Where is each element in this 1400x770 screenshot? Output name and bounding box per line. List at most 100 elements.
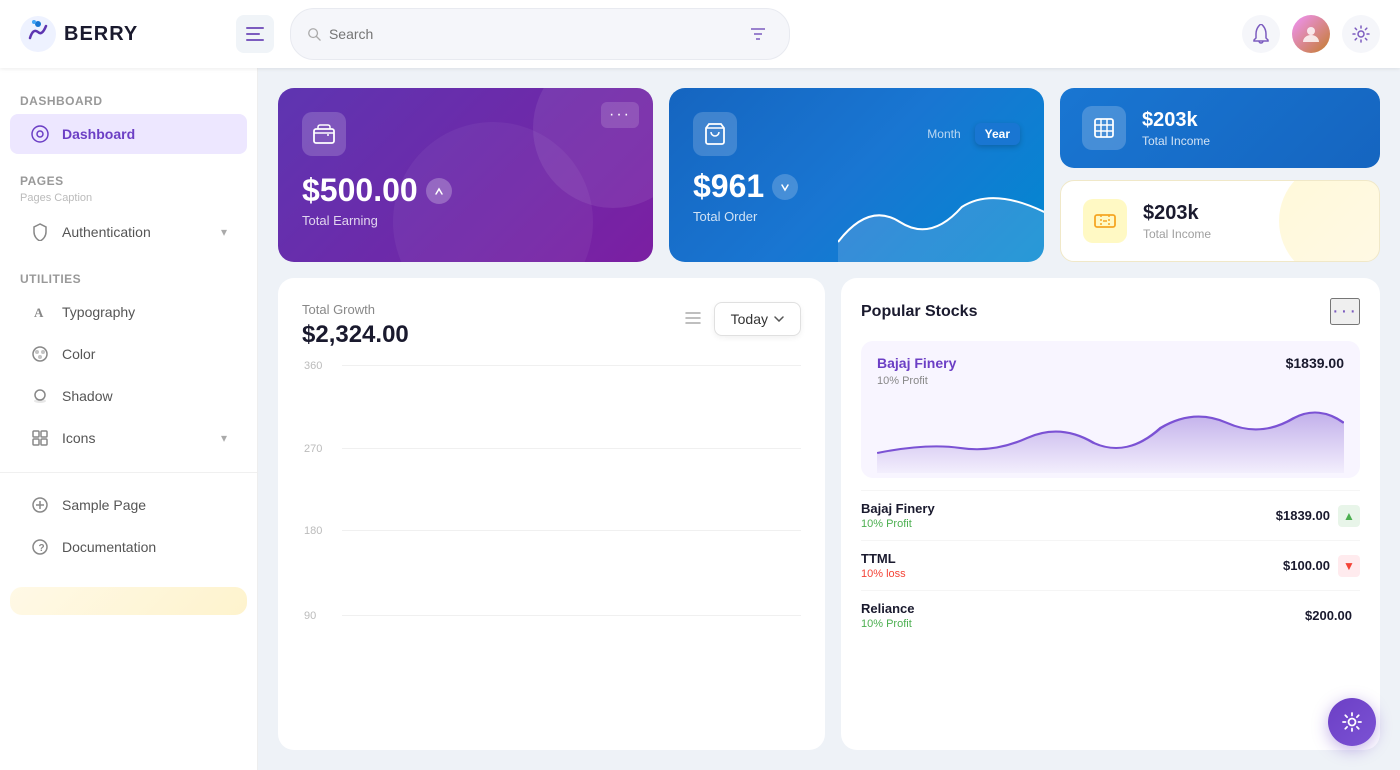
- sidebar-item-color-label: Color: [62, 346, 95, 362]
- today-button[interactable]: Today: [714, 302, 801, 336]
- stat-amount-2: $203k: [1143, 202, 1357, 225]
- card-total-earning: ··· $500.00: [278, 88, 653, 262]
- sidebar-item-color[interactable]: Color: [10, 334, 247, 374]
- bar-group-2: [382, 614, 406, 615]
- sidebar-item-documentation-label: Documentation: [62, 539, 156, 555]
- bar-group-15: [767, 614, 791, 615]
- stock-name-reliance: Reliance: [861, 601, 1305, 616]
- bag-icon: [703, 122, 727, 146]
- chart-bars-area: 360 270 180 90: [302, 365, 801, 645]
- ticket-icon: [1093, 209, 1117, 233]
- featured-mini-chart: [877, 393, 1344, 473]
- stock-item-ttml: TTML 10% loss $100.00 ▼: [861, 540, 1360, 590]
- color-icon: [30, 344, 50, 364]
- filter-icon: [749, 26, 767, 42]
- earning-trend-badge: [426, 178, 452, 204]
- order-icon-box: [693, 112, 737, 156]
- fab-settings[interactable]: [1328, 698, 1376, 746]
- stocks-more-button[interactable]: ···: [1330, 298, 1360, 325]
- stock-profit-bajaj: 10% Profit: [861, 518, 1276, 530]
- header-right: [1242, 15, 1380, 53]
- featured-stock: Bajaj Finery $1839.00 10% Profit: [861, 341, 1360, 478]
- filter-button[interactable]: [743, 17, 773, 51]
- chart-section: Total Growth $2,324.00 Today: [278, 278, 825, 750]
- hamburger-icon: [246, 27, 264, 41]
- chevron-down-icon: ▾: [221, 225, 227, 239]
- fab-gear-icon: [1342, 712, 1362, 732]
- sidebar-section-dashboard: Dashboard: [0, 88, 257, 112]
- stat-info-2: $203k Total Income: [1143, 202, 1357, 241]
- sidebar-item-typography[interactable]: A Typography: [10, 292, 247, 332]
- sidebar: Dashboard Dashboard Pages Pages Caption …: [0, 68, 258, 770]
- docs-icon: ?: [30, 537, 50, 557]
- notification-button[interactable]: [1242, 15, 1280, 53]
- pages-caption: Pages Caption: [0, 192, 257, 210]
- sidebar-item-icons[interactable]: Icons ▾: [10, 418, 247, 458]
- icons-icon: [30, 428, 50, 448]
- right-stats: $203k Total Income $203k: [1060, 88, 1380, 262]
- sample-page-icon: [30, 495, 50, 515]
- chart-total-value: $2,324.00: [302, 321, 409, 349]
- sidebar-item-shadow[interactable]: Shadow: [10, 376, 247, 416]
- table-icon: [1092, 116, 1116, 140]
- bell-icon: [1252, 24, 1270, 44]
- tab-year[interactable]: Year: [975, 123, 1020, 145]
- user-avatar[interactable]: [1292, 15, 1330, 53]
- featured-stock-price: $1839.00: [1286, 355, 1344, 371]
- stocks-title: Popular Stocks: [861, 303, 977, 321]
- chart-menu-button[interactable]: [684, 309, 702, 330]
- settings-button[interactable]: [1342, 15, 1380, 53]
- sidebar-item-sample-page[interactable]: Sample Page: [10, 485, 247, 525]
- search-icon: [307, 26, 321, 42]
- stocks-header: Popular Stocks ···: [861, 298, 1360, 325]
- stock-profit-reliance: 10% Profit: [861, 618, 1305, 630]
- search-input[interactable]: [329, 26, 735, 42]
- sidebar-item-documentation[interactable]: ? Documentation: [10, 527, 247, 567]
- sidebar-item-dashboard[interactable]: Dashboard: [10, 114, 247, 154]
- main-layout: Dashboard Dashboard Pages Pages Caption …: [0, 68, 1400, 770]
- chart-title-area: Total Growth $2,324.00: [302, 302, 409, 349]
- stock-profit-ttml: 10% loss: [861, 568, 1283, 580]
- sidebar-item-authentication[interactable]: Authentication ▾: [10, 212, 247, 252]
- shadow-icon: [30, 386, 50, 406]
- bar-group-12: [678, 614, 702, 615]
- featured-stock-top: Bajaj Finery $1839.00: [877, 355, 1344, 371]
- sidebar-item-dashboard-label: Dashboard: [62, 126, 135, 142]
- stat-info-1: $203k Total Income: [1142, 109, 1358, 148]
- order-tabs: Month Year: [917, 123, 1020, 145]
- earning-label: Total Earning: [302, 213, 629, 228]
- svg-text:?: ?: [39, 543, 45, 554]
- stat-card-income-1: $203k Total Income: [1060, 88, 1380, 168]
- stat-card-income-2: $203k Total Income: [1060, 180, 1380, 262]
- tab-month[interactable]: Month: [917, 123, 970, 145]
- menu-button[interactable]: [236, 15, 274, 53]
- featured-stock-profit: 10% Profit: [877, 375, 1344, 387]
- sidebar-section-pages: Pages: [0, 168, 257, 192]
- sidebar-item-typography-label: Typography: [62, 304, 135, 320]
- chevron-down-icon-2: ▾: [221, 431, 227, 445]
- bottom-row: Total Growth $2,324.00 Today: [278, 278, 1380, 750]
- sidebar-item-icons-label: Icons: [62, 430, 95, 446]
- search-bar: [290, 8, 790, 60]
- dashboard-icon: [30, 124, 50, 144]
- logo-text: BERRY: [64, 23, 138, 46]
- avatar-placeholder: [1299, 22, 1323, 46]
- stock-list: Bajaj Finery 10% Profit $1839.00 ▲ TTML …: [861, 490, 1360, 640]
- stock-price-bajaj: $1839.00: [1276, 508, 1330, 523]
- stat-label-1: Total Income: [1142, 134, 1358, 148]
- stock-name-bajaj: Bajaj Finery: [861, 501, 1276, 516]
- stock-price-ttml: $100.00: [1283, 558, 1330, 573]
- order-card-top: Month Year: [693, 112, 1020, 156]
- typography-icon: A: [30, 302, 50, 322]
- card-total-order: Month Year $961 Total Order: [669, 88, 1044, 262]
- bar-group-8: [560, 614, 584, 615]
- wallet-icon: [312, 122, 336, 146]
- popular-stocks-card: Popular Stocks ··· Bajaj Finery $1839.00…: [841, 278, 1380, 750]
- menu-lines-icon: [684, 311, 702, 325]
- earning-more-button[interactable]: ···: [601, 102, 639, 128]
- sidebar-item-authentication-label: Authentication: [62, 224, 151, 240]
- top-cards: ··· $500.00: [278, 88, 1380, 262]
- auth-icon: [30, 222, 50, 242]
- wallet-icon-box: [302, 112, 346, 156]
- sidebar-item-sample-page-label: Sample Page: [62, 497, 146, 513]
